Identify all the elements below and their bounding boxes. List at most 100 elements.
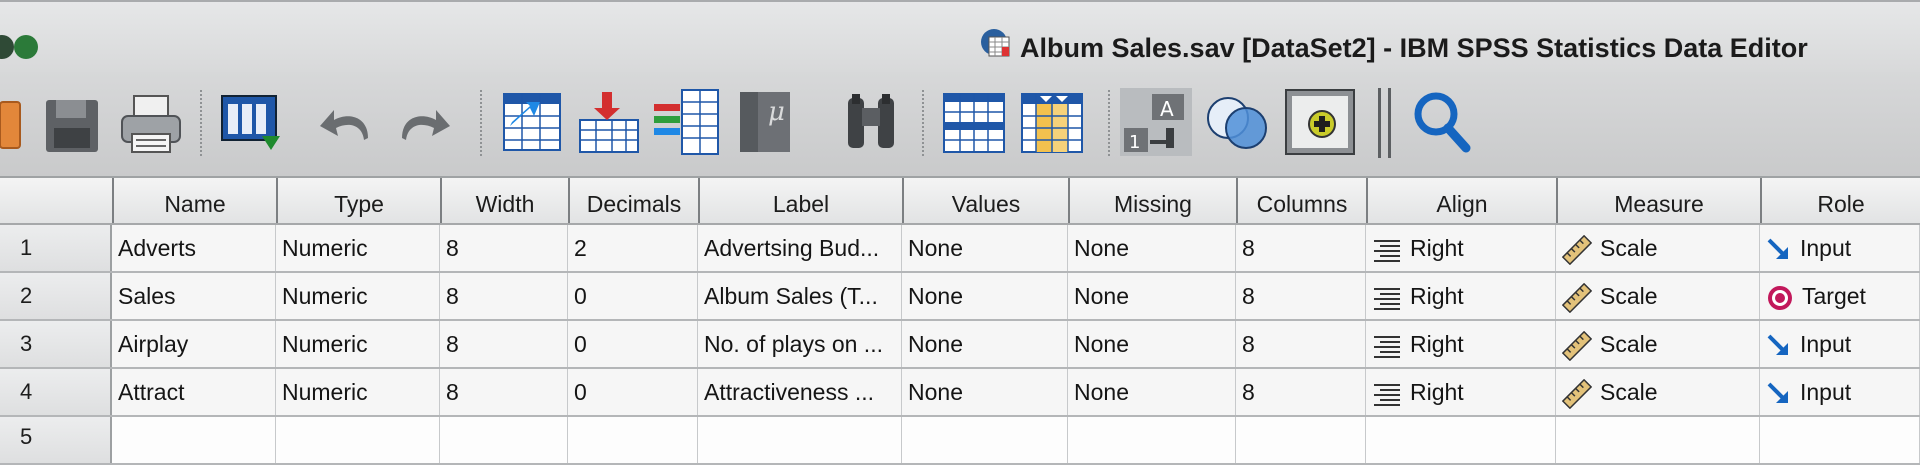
cell-align[interactable]: Right xyxy=(1366,273,1556,319)
cell-type[interactable]: Numeric xyxy=(276,369,440,415)
cell-missing[interactable] xyxy=(1068,417,1236,463)
print-icon[interactable] xyxy=(120,86,182,158)
column-header-label[interactable]: Label xyxy=(698,178,902,223)
cell-missing[interactable]: None xyxy=(1068,225,1236,271)
role-label: Input xyxy=(1800,235,1852,261)
row-number[interactable]: 1 xyxy=(0,225,112,271)
cell-name[interactable]: Sales xyxy=(112,273,276,319)
cell-decimals[interactable]: 0 xyxy=(568,321,698,367)
cell-width[interactable] xyxy=(440,417,568,463)
cell-columns[interactable]: 8 xyxy=(1236,321,1366,367)
go-to-case-icon[interactable] xyxy=(500,86,566,158)
column-header-columns[interactable]: Columns xyxy=(1236,178,1366,223)
column-header-type[interactable]: Type xyxy=(276,178,440,223)
close-window-button[interactable] xyxy=(0,35,14,59)
column-header-role[interactable]: Role xyxy=(1760,178,1920,223)
row-number[interactable]: 5 xyxy=(0,417,112,463)
cell-measure[interactable] xyxy=(1556,417,1760,463)
cell-width[interactable]: 8 xyxy=(440,321,568,367)
variables-icon[interactable] xyxy=(652,86,722,158)
cell-columns[interactable]: 8 xyxy=(1236,273,1366,319)
save-icon[interactable] xyxy=(44,86,100,158)
cell-label[interactable]: Advertsing Bud... xyxy=(698,225,902,271)
recall-dialog-icon[interactable] xyxy=(218,86,284,158)
cell-columns[interactable]: 8 xyxy=(1236,369,1366,415)
cell-role[interactable]: Input xyxy=(1760,369,1920,415)
cell-measure[interactable]: Scale xyxy=(1556,369,1760,415)
cell-type[interactable]: Numeric xyxy=(276,273,440,319)
cell-missing[interactable]: None xyxy=(1068,321,1236,367)
cell-role[interactable]: Target xyxy=(1760,273,1920,319)
cell-label[interactable] xyxy=(698,417,902,463)
cell-missing[interactable]: None xyxy=(1068,369,1236,415)
cell-values[interactable]: None xyxy=(902,273,1068,319)
column-header-align[interactable]: Align xyxy=(1366,178,1556,223)
table-row[interactable]: 3 Airplay Numeric 8 0 No. of plays on ..… xyxy=(0,321,1920,369)
row-number[interactable]: 3 xyxy=(0,321,112,367)
cell-values[interactable]: None xyxy=(902,225,1068,271)
minimize-window-button[interactable] xyxy=(14,35,38,59)
cell-width[interactable]: 8 xyxy=(440,225,568,271)
cell-measure[interactable]: Scale xyxy=(1556,273,1760,319)
cell-type[interactable]: Numeric xyxy=(276,225,440,271)
align-right-icon xyxy=(1374,239,1400,262)
insert-variable-icon[interactable] xyxy=(1018,86,1086,158)
cell-decimals[interactable]: 2 xyxy=(568,225,698,271)
row-number[interactable]: 4 xyxy=(0,369,112,415)
cell-name[interactable]: Adverts xyxy=(112,225,276,271)
descriptive-stats-icon[interactable]: μ xyxy=(736,86,794,158)
undo-icon[interactable] xyxy=(318,86,374,158)
column-header-values[interactable]: Values xyxy=(902,178,1068,223)
open-folder-icon[interactable] xyxy=(0,86,22,158)
cell-type[interactable]: Numeric xyxy=(276,321,440,367)
cell-columns[interactable] xyxy=(1236,417,1366,463)
column-header-decimals[interactable]: Decimals xyxy=(568,178,698,223)
insert-cases-icon[interactable] xyxy=(940,86,1008,158)
cell-measure[interactable]: Scale xyxy=(1556,225,1760,271)
table-row[interactable]: 4 Attract Numeric 8 0 Attractiveness ...… xyxy=(0,369,1920,417)
cell-type[interactable] xyxy=(276,417,440,463)
cell-decimals[interactable]: 0 xyxy=(568,273,698,319)
cell-columns[interactable]: 8 xyxy=(1236,225,1366,271)
weight-cases-icon[interactable] xyxy=(1202,86,1272,158)
cell-align[interactable]: Right xyxy=(1366,225,1556,271)
search-icon[interactable] xyxy=(1410,86,1476,158)
cell-name[interactable]: Airplay xyxy=(112,321,276,367)
cell-role[interactable]: Input xyxy=(1760,321,1920,367)
column-header-name[interactable]: Name xyxy=(112,178,276,223)
cell-label[interactable]: Attractiveness ... xyxy=(698,369,902,415)
binoculars-icon[interactable] xyxy=(842,86,900,158)
table-row[interactable]: 2 Sales Numeric 8 0 Album Sales (T... No… xyxy=(0,273,1920,321)
measure-label: Scale xyxy=(1600,283,1658,309)
column-header-width[interactable]: Width xyxy=(440,178,568,223)
cell-decimals[interactable] xyxy=(568,417,698,463)
cell-values[interactable]: None xyxy=(902,369,1068,415)
cell-align[interactable]: Right xyxy=(1366,321,1556,367)
split-file-icon[interactable]: A 1 xyxy=(1120,86,1192,158)
row-number[interactable]: 2 xyxy=(0,273,112,319)
cell-name[interactable]: Attract xyxy=(112,369,276,415)
cell-width[interactable]: 8 xyxy=(440,369,568,415)
cell-width[interactable]: 8 xyxy=(440,273,568,319)
cell-align[interactable]: Right xyxy=(1366,369,1556,415)
cell-label[interactable]: No. of plays on ... xyxy=(698,321,902,367)
table-row[interactable]: 5 xyxy=(0,417,1920,465)
column-header-missing[interactable]: Missing xyxy=(1068,178,1236,223)
column-header-measure[interactable]: Measure xyxy=(1556,178,1760,223)
cell-values[interactable] xyxy=(902,417,1068,463)
cell-align[interactable] xyxy=(1366,417,1556,463)
cell-label[interactable]: Album Sales (T... xyxy=(698,273,902,319)
table-row[interactable]: 1 Adverts Numeric 8 2 Advertsing Bud... … xyxy=(0,225,1920,273)
input-arrow-icon xyxy=(1767,238,1788,259)
cell-role[interactable]: Input xyxy=(1760,225,1920,271)
cell-decimals[interactable]: 0 xyxy=(568,369,698,415)
align-right-icon xyxy=(1374,383,1400,406)
redo-icon[interactable] xyxy=(396,86,452,158)
cell-measure[interactable]: Scale xyxy=(1556,321,1760,367)
select-cases-icon[interactable] xyxy=(1284,86,1356,158)
cell-name[interactable] xyxy=(112,417,276,463)
cell-values[interactable]: None xyxy=(902,321,1068,367)
go-to-variable-icon[interactable] xyxy=(576,86,642,158)
cell-missing[interactable]: None xyxy=(1068,273,1236,319)
cell-role[interactable] xyxy=(1760,417,1920,463)
